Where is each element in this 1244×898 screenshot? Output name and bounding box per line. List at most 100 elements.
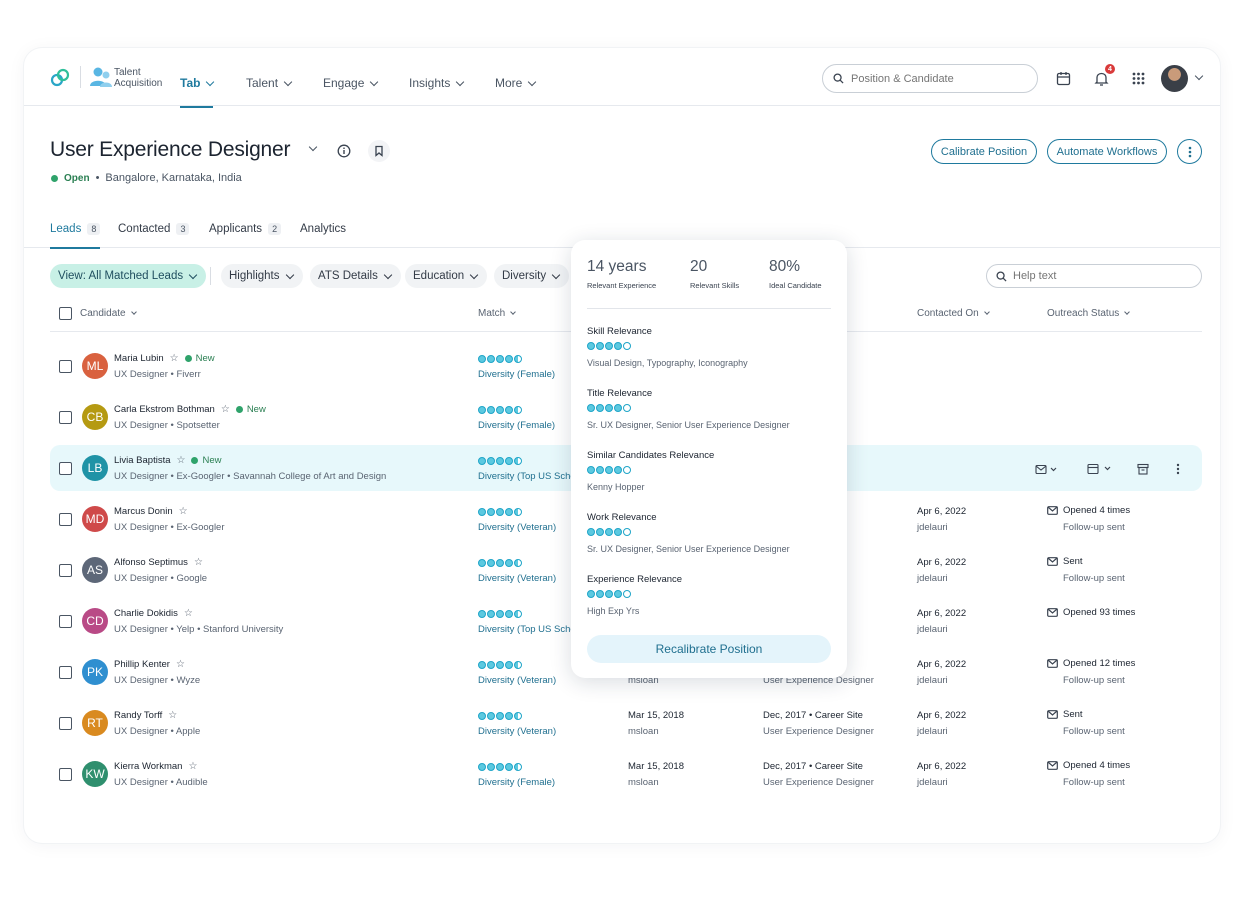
row-checkbox[interactable] (59, 666, 72, 679)
calibrate-position-button[interactable]: Calibrate Position (931, 139, 1037, 164)
more-options-icon[interactable] (1177, 139, 1202, 164)
column-header-candidate[interactable]: Candidate (80, 308, 137, 319)
candidate-name-text[interactable]: Alfonso Septimus (114, 557, 188, 568)
star-icon[interactable]: ☆ (177, 455, 186, 466)
relevance-title: Skill Relevance (587, 326, 652, 337)
row-checkbox[interactable] (59, 717, 72, 730)
star-icon[interactable]: ☆ (170, 353, 179, 364)
filter-chip-education[interactable]: Education (405, 264, 488, 288)
bookmark-icon[interactable] (368, 140, 390, 162)
select-all-checkbox[interactable] (59, 307, 72, 320)
row-checkbox[interactable] (59, 564, 72, 577)
match-score[interactable] (478, 610, 522, 618)
star-icon[interactable]: ☆ (188, 761, 197, 772)
match-score[interactable] (478, 559, 522, 567)
star-icon[interactable]: ☆ (168, 710, 177, 721)
match-tag[interactable]: Diversity (Female) (478, 777, 555, 788)
help-search[interactable] (986, 264, 1202, 288)
nav-tab-engage[interactable]: Engage (323, 76, 379, 90)
match-tag[interactable]: Diversity (Veteran) (478, 573, 556, 584)
send-email-icon[interactable] (1034, 462, 1058, 480)
candidate-name-text[interactable]: Kierra Workman (114, 761, 182, 772)
candidate-name[interactable]: Alfonso Septimus ☆ (114, 557, 203, 568)
star-icon[interactable]: ☆ (179, 506, 188, 517)
star-icon[interactable]: ☆ (194, 557, 203, 568)
match-tag[interactable]: Diversity (Veteran) (478, 675, 556, 686)
candidate-name[interactable]: Carla Ekstrom Bothman ☆ New (114, 404, 266, 415)
match-score[interactable] (478, 661, 522, 669)
column-header-match[interactable]: Match (478, 308, 517, 319)
row-checkbox[interactable] (59, 411, 72, 424)
relevance-dot (623, 342, 631, 350)
tab-leads[interactable]: Leads 8 (50, 223, 101, 249)
match-tag[interactable]: Diversity (Top US Scho (478, 471, 576, 482)
candidate-name-text[interactable]: Marcus Donin (114, 506, 173, 517)
filter-chip-ats-details[interactable]: ATS Details (310, 264, 401, 288)
star-icon[interactable]: ☆ (176, 659, 185, 670)
row-checkbox[interactable] (59, 462, 72, 475)
automate-workflows-button[interactable]: Automate Workflows (1047, 139, 1167, 164)
app-logo-icon[interactable] (50, 68, 70, 88)
global-search-input[interactable] (851, 72, 1011, 85)
user-avatar[interactable] (1161, 65, 1188, 92)
candidate-name-text[interactable]: Maria Lubin (114, 353, 164, 364)
tab-contacted[interactable]: Contacted 3 (118, 223, 190, 235)
match-score[interactable] (478, 712, 522, 720)
candidate-name-text[interactable]: Livia Baptista (114, 455, 171, 466)
star-icon[interactable]: ☆ (184, 608, 193, 619)
outreach-status-text: Opened 4 times (1063, 505, 1131, 516)
view-filter-chip[interactable]: View: All Matched Leads (50, 264, 207, 288)
help-search-input[interactable] (1013, 270, 1173, 282)
calendar-icon[interactable] (1053, 68, 1073, 88)
candidate-name[interactable]: Phillip Kenter ☆ (114, 659, 185, 670)
match-score[interactable] (478, 763, 522, 771)
archive-icon[interactable] (1137, 462, 1149, 480)
candidate-name-text[interactable]: Randy Torff (114, 710, 162, 721)
row-checkbox[interactable] (59, 513, 72, 526)
candidate-name[interactable]: Randy Torff ☆ (114, 710, 177, 721)
candidate-name[interactable]: Livia Baptista ☆ New (114, 455, 222, 466)
match-score[interactable] (478, 406, 522, 414)
nav-tab-more[interactable]: More (495, 76, 537, 90)
star-icon[interactable]: ☆ (221, 404, 230, 415)
match-tag[interactable]: Diversity (Top US Scho (478, 624, 576, 635)
bell-icon[interactable]: 4 (1091, 64, 1115, 88)
schedule-icon[interactable] (1087, 462, 1113, 480)
match-score[interactable] (478, 457, 522, 465)
nav-tab-talent[interactable]: Talent (246, 76, 293, 90)
candidate-name-text[interactable]: Carla Ekstrom Bothman (114, 404, 215, 415)
column-header-outreach-status[interactable]: Outreach Status (1047, 308, 1131, 319)
match-tag[interactable]: Diversity (Female) (478, 369, 555, 380)
row-checkbox[interactable] (59, 768, 72, 781)
row-checkbox[interactable] (59, 615, 72, 628)
apps-grid-icon[interactable] (1128, 68, 1148, 88)
row-checkbox[interactable] (59, 360, 72, 373)
candidate-name[interactable]: Marcus Donin ☆ (114, 506, 188, 517)
chevron-down-icon[interactable] (308, 142, 318, 152)
candidate-name[interactable]: Charlie Dokidis ☆ (114, 608, 193, 619)
more-options-icon[interactable] (1176, 462, 1180, 480)
match-tag[interactable]: Diversity (Female) (478, 420, 555, 431)
info-icon[interactable] (333, 140, 355, 162)
match-tag[interactable]: Diversity (Veteran) (478, 726, 556, 737)
candidate-name[interactable]: Maria Lubin ☆ New (114, 353, 215, 364)
match-score[interactable] (478, 508, 522, 516)
filter-chip-diversity[interactable]: Diversity (494, 264, 570, 288)
nav-tab-insights[interactable]: Insights (409, 76, 465, 90)
candidate-name-text[interactable]: Phillip Kenter (114, 659, 170, 670)
nav-tab-tab[interactable]: Tab (180, 76, 215, 108)
table-row[interactable] (50, 751, 1202, 797)
table-row[interactable] (50, 700, 1202, 746)
match-score[interactable] (478, 355, 522, 363)
match-tag[interactable]: Diversity (Veteran) (478, 522, 556, 533)
tab-applicants[interactable]: Applicants 2 (209, 223, 282, 235)
candidate-name-text[interactable]: Charlie Dokidis (114, 608, 178, 619)
global-search[interactable] (822, 64, 1038, 93)
candidate-name[interactable]: Kierra Workman ☆ (114, 761, 197, 772)
chevron-down-icon[interactable] (1194, 71, 1204, 81)
brand-divider (80, 66, 81, 88)
column-header-contacted-on[interactable]: Contacted On (917, 308, 990, 319)
filter-chip-highlights[interactable]: Highlights (221, 264, 303, 288)
tab-analytics[interactable]: Analytics (300, 223, 346, 235)
recalibrate-position-button[interactable]: Recalibrate Position (587, 635, 831, 663)
